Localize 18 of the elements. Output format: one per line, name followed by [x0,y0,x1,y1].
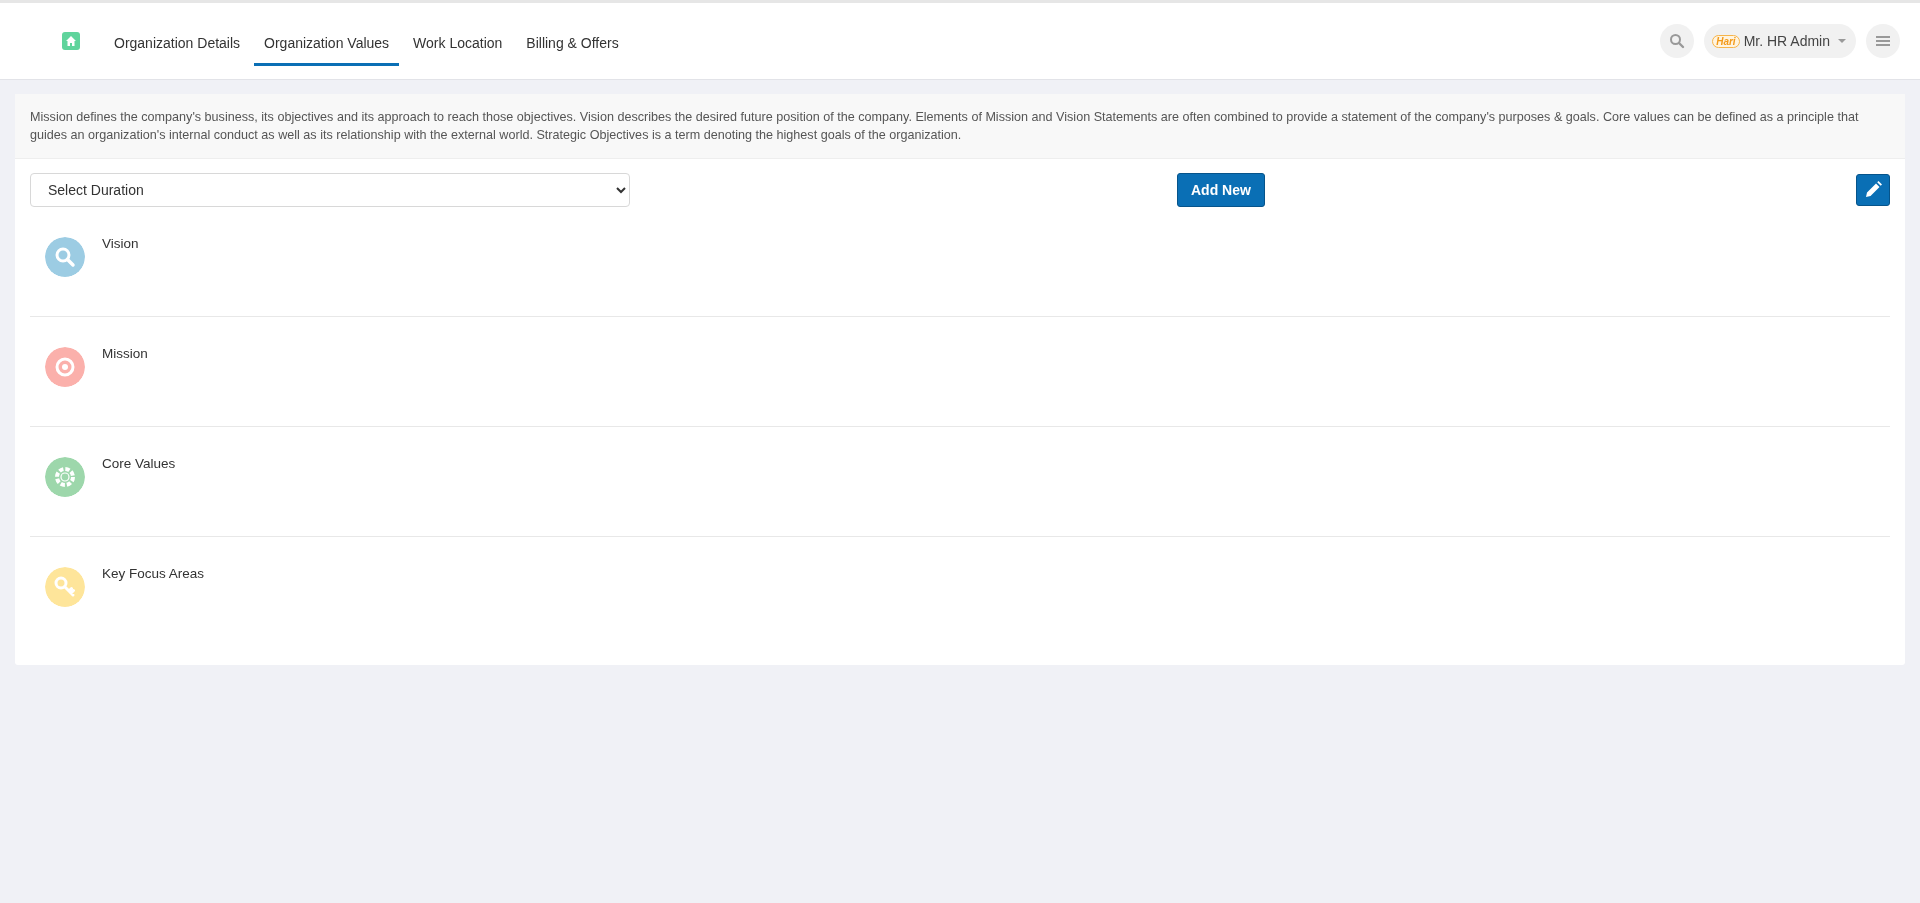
section-title: Mission [102,346,148,361]
section-title: Key Focus Areas [102,566,205,581]
search-icon[interactable] [1660,24,1695,58]
edit-icon[interactable] [1856,174,1890,206]
nav-tab[interactable]: Billing & Offers [516,22,629,66]
caret-icon [1838,39,1846,43]
nav-tab[interactable]: Organization Details [104,22,251,66]
duration-select[interactable]: Select Duration [30,173,630,207]
add-new-button[interactable]: Add New [1177,173,1265,207]
nav-tab[interactable]: Organization Values [254,22,400,66]
home-icon[interactable] [62,32,80,50]
menu-icon[interactable] [1866,24,1900,58]
user-menu[interactable]: Hari Mr. HR Admin [1704,24,1856,58]
section-title: Vision [102,236,139,251]
nav-tab[interactable]: Work Location [403,22,513,66]
section-title: Core Values [102,456,176,471]
logo: Hari [1712,34,1740,48]
description-text: Mission defines the company's business, its objectives and its approach to reach those objectives. Vision describes the desired future position of the company. Elements of Mission and Vision Statements are often combined to provide a statement of the company's purposes & goals. Core values can be defined as a principle that guides an organization's internal conduct as well as its relationship with the external world. Strategic Objectives is a term denoting the highest goals of the organization. [15,94,1905,159]
